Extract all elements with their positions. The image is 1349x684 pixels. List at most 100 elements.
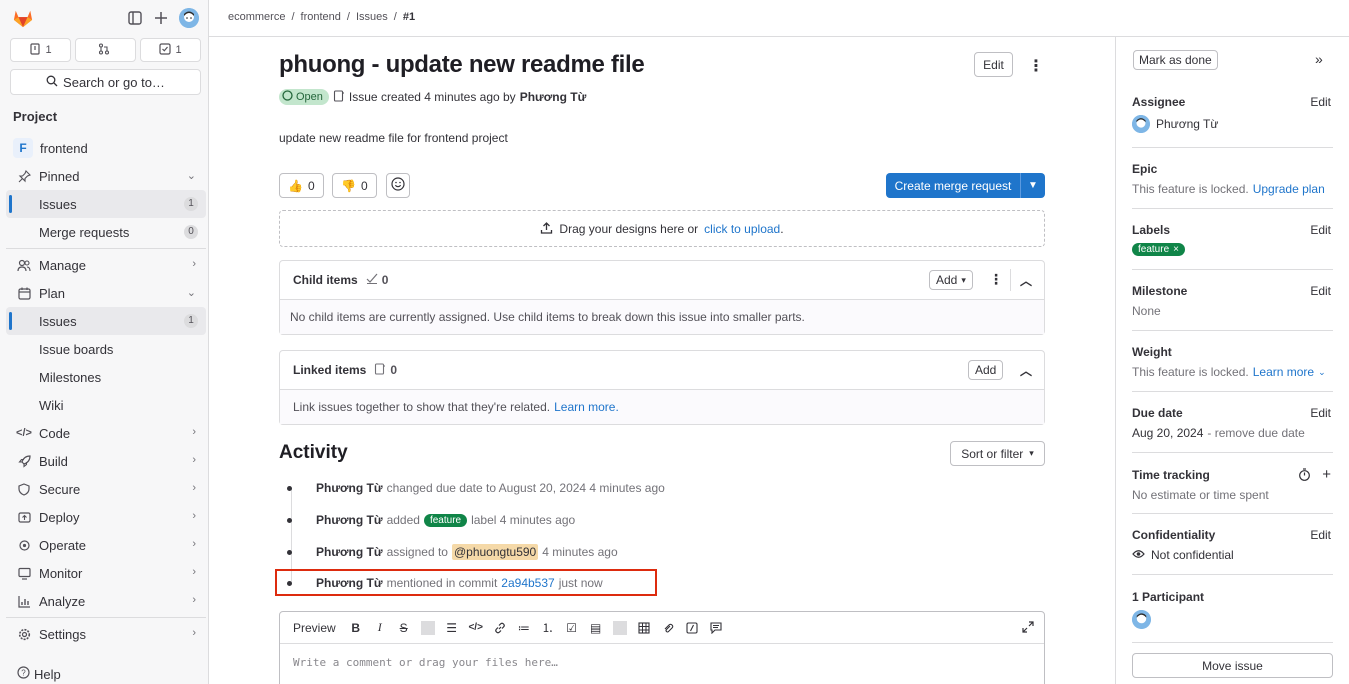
sidebar-item-analyze[interactable]: Analyze › <box>6 587 206 615</box>
add-time-icon[interactable]: + <box>1322 466 1331 483</box>
strikethrough-icon[interactable]: S <box>397 621 411 635</box>
sidebar-item-milestones[interactable]: Milestones <box>6 363 206 391</box>
add-child-item-button[interactable]: Add ▾ <box>929 270 973 290</box>
sidebar-item-monitor[interactable]: Monitor › <box>6 559 206 587</box>
edit-assignee-button[interactable]: Edit <box>1310 95 1331 109</box>
comment-template-icon[interactable] <box>709 621 723 634</box>
upgrade-plan-link[interactable]: Upgrade plan <box>1253 182 1325 196</box>
weight-learn-more-link[interactable]: Learn more <box>1253 365 1314 379</box>
comment-textarea[interactable]: Write a comment or drag your files here… <box>280 644 1044 681</box>
child-items-card: Child items 0 Add ▾ ⋮ ︿ No child items a… <box>279 260 1045 335</box>
assignee-avatar[interactable] <box>1132 115 1150 133</box>
breadcrumb-current[interactable]: #1 <box>403 11 415 23</box>
edit-confidentiality-button[interactable]: Edit <box>1310 528 1331 542</box>
sidebar-item-label: Secure <box>39 481 81 497</box>
shield-icon <box>16 482 32 496</box>
bulleted-list-icon[interactable]: ≔ <box>517 621 531 635</box>
collapse-sidebar-icon[interactable]: » <box>1315 51 1323 67</box>
breadcrumb-issues[interactable]: Issues <box>356 11 388 23</box>
task-list-icon[interactable]: ☑ <box>565 621 579 635</box>
sidebar-item-code[interactable]: </> Code › <box>6 419 206 447</box>
milestone-title: Milestone <box>1132 284 1188 298</box>
numbered-list-icon[interactable]: ⒈ <box>541 619 555 636</box>
confidentiality-title: Confidentiality <box>1132 528 1216 542</box>
sidebar-toggle-icon[interactable] <box>127 10 143 26</box>
sidebar-top-bar <box>0 0 208 36</box>
quote-icon[interactable]: ☰ <box>445 621 459 635</box>
edit-labels-button[interactable]: Edit <box>1310 223 1331 237</box>
sort-filter-dropdown[interactable]: Sort or filter ▾ <box>950 441 1045 466</box>
thumbs-up-button[interactable]: 👍 0 <box>279 173 324 198</box>
search-button[interactable]: Search or go to… <box>10 69 201 95</box>
create-merge-request-button[interactable]: Create merge request ▼ <box>886 173 1045 198</box>
child-items-kebab-icon[interactable]: ⋮ <box>989 271 1003 288</box>
mark-as-done-button[interactable]: Mark as done <box>1133 50 1218 70</box>
italic-icon[interactable]: I <box>373 620 387 635</box>
todos-count-button[interactable]: 1 <box>140 38 201 62</box>
feature-label-badge[interactable]: feature × <box>1132 243 1185 256</box>
remove-due-date-link[interactable]: - remove due date <box>1207 426 1304 440</box>
code-icon[interactable]: </> <box>468 622 482 633</box>
assignee-name[interactable]: Phương Từ <box>1156 117 1218 131</box>
chevron-down-icon[interactable]: ▼ <box>1020 173 1045 198</box>
edit-issue-button[interactable]: Edit <box>974 52 1013 77</box>
status-label: Open <box>296 91 323 103</box>
sidebar-item-issue-boards[interactable]: Issue boards <box>6 335 206 363</box>
thumbs-down-button[interactable]: 👎 0 <box>332 173 377 198</box>
sidebar-item-plan[interactable]: Plan ⌄ <box>6 279 206 307</box>
participant-avatar[interactable] <box>1132 610 1151 629</box>
issues-count-button[interactable]: 1 <box>10 38 71 62</box>
sidebar-item-manage[interactable]: Manage › <box>6 251 206 279</box>
feature-label-badge[interactable]: feature <box>423 513 468 527</box>
remove-label-icon[interactable]: × <box>1173 244 1179 255</box>
add-reaction-button[interactable] <box>386 173 410 198</box>
sidebar-item-pinned-merge-requests[interactable]: Merge requests 0 <box>6 218 206 246</box>
expand-icon[interactable] <box>1022 621 1034 636</box>
activity-author[interactable]: Phương Từ <box>316 513 383 527</box>
gitlab-logo-icon[interactable] <box>12 8 34 28</box>
chevron-up-icon[interactable]: ︿ <box>1020 362 1032 379</box>
breadcrumb-project[interactable]: frontend <box>301 11 341 23</box>
create-merge-request-label[interactable]: Create merge request <box>886 173 1020 198</box>
section-divider <box>1132 452 1333 453</box>
author-link[interactable]: Phương Từ <box>520 90 587 104</box>
edit-due-date-button[interactable]: Edit <box>1310 406 1331 420</box>
sidebar-item-pinned[interactable]: Pinned ⌄ <box>6 162 206 190</box>
move-issue-button[interactable]: Move issue <box>1132 653 1333 678</box>
sidebar-item-plan-issues[interactable]: Issues 1 <box>6 307 206 335</box>
collapsible-icon[interactable]: ▤ <box>589 621 603 635</box>
sidebar-item-build[interactable]: Build › <box>6 447 206 475</box>
click-to-upload-link[interactable]: click to upload <box>704 222 780 236</box>
help-button[interactable]: ? Help <box>17 666 61 682</box>
edit-milestone-button[interactable]: Edit <box>1310 284 1331 298</box>
sidebar-item-operate[interactable]: Operate › <box>6 531 206 559</box>
design-upload-dropzone[interactable]: Drag your designs here or click to uploa… <box>279 210 1045 247</box>
issue-actions-kebab-icon[interactable]: ⋮ <box>1028 56 1044 76</box>
user-avatar[interactable] <box>179 8 199 28</box>
attach-file-icon[interactable] <box>661 622 675 634</box>
table-icon[interactable] <box>637 621 651 634</box>
sidebar-item-wiki[interactable]: Wiki <box>6 391 206 419</box>
sidebar-item-label: Monitor <box>39 565 83 581</box>
activity-author[interactable]: Phương Từ <box>316 545 383 559</box>
stopwatch-icon[interactable] <box>1298 468 1311 484</box>
learn-more-link[interactable]: Learn more. <box>554 400 619 414</box>
sidebar-item-pinned-issues[interactable]: Issues 1 <box>6 190 206 218</box>
sidebar-item-deploy[interactable]: Deploy › <box>6 503 206 531</box>
chevron-up-icon[interactable]: ︿ <box>1020 272 1032 289</box>
user-mention-link[interactable]: @phuongtu590 <box>451 544 539 560</box>
quick-action-icon[interactable] <box>685 621 699 634</box>
merge-requests-count-button[interactable] <box>75 38 136 62</box>
weight-value: This feature is locked. Learn more ⌄ <box>1132 365 1333 379</box>
sidebar-item-settings[interactable]: Settings › <box>6 620 206 648</box>
add-linked-item-button[interactable]: Add <box>968 360 1004 380</box>
breadcrumb-group[interactable]: ecommerce <box>228 11 285 23</box>
sidebar-item-project[interactable]: F frontend <box>6 134 206 162</box>
link-icon[interactable] <box>493 622 507 634</box>
sidebar-item-secure[interactable]: Secure › <box>6 475 206 503</box>
bold-icon[interactable]: B <box>349 621 363 635</box>
activity-author[interactable]: Phương Từ <box>316 481 383 495</box>
new-item-plus-icon[interactable] <box>153 10 169 26</box>
preview-tab[interactable]: Preview <box>280 621 349 635</box>
chevron-down-icon[interactable]: ⌄ <box>1318 367 1326 378</box>
